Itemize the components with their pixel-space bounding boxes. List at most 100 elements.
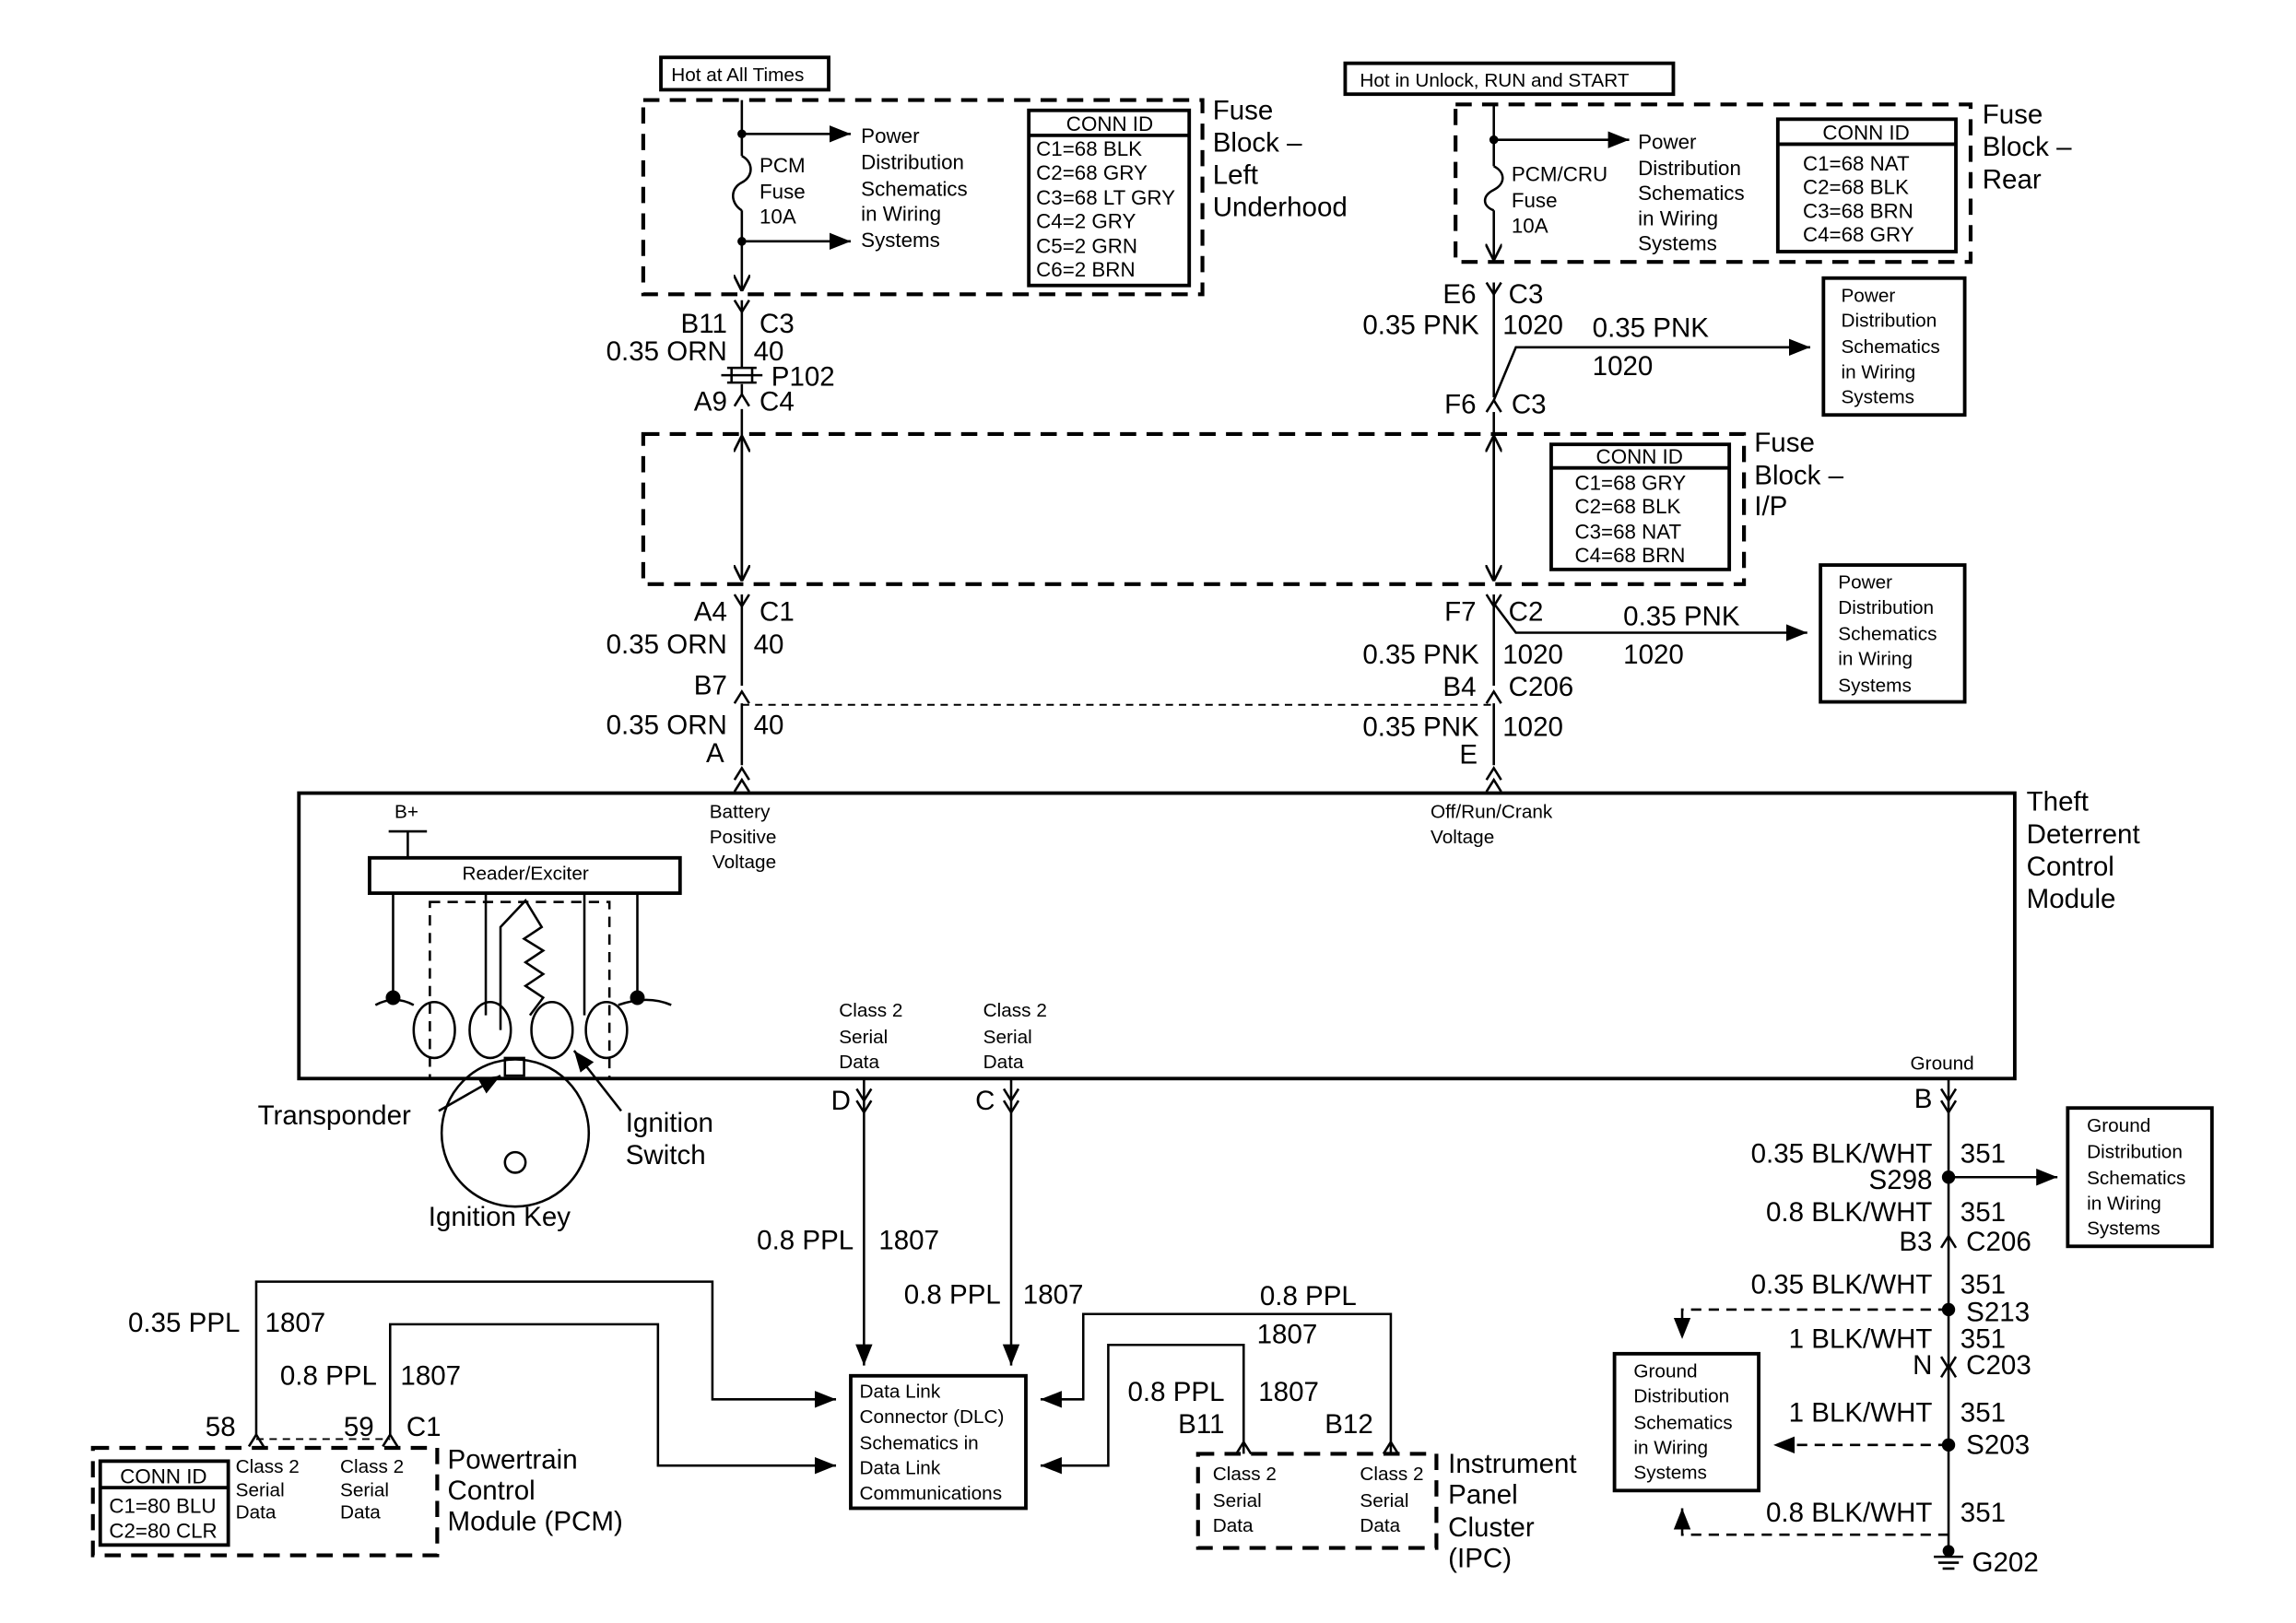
terminal-label: Class 2 [1360,1464,1423,1485]
connector-label: C203 [1966,1350,2031,1381]
circuit-number: 1807 [878,1225,939,1255]
wire-label: 1 BLK/WHT [1789,1397,1933,1428]
circuit-number: 1020 [1593,351,1654,382]
circuit-number: 351 [1960,1197,2006,1228]
wire-label: 0.8 PPL [1127,1377,1224,1407]
power-dist-ref: Power [1638,130,1697,153]
terminal-label: Battery [710,802,771,823]
pin-label: B11 [1178,1409,1224,1440]
wire-label: 0.35 PNK [1623,602,1740,632]
b-plus-label: B+ [394,802,418,823]
terminal-label: Data [1213,1515,1254,1536]
terminal-label: Serial [983,1027,1032,1048]
wire-label: 0.8 BLK/WHT [1766,1498,1932,1528]
module-title: Powertrain [448,1444,578,1475]
fuse-label: PCM [759,154,806,177]
fuse-block-title: Left [1213,160,1258,191]
ref-text: in Wiring [1633,1437,1708,1458]
circuit-number: 40 [754,711,784,741]
connector-label: C4 [759,386,795,417]
fuse-block-title: Block – [1983,132,2072,162]
module-title: Instrument [1448,1449,1576,1479]
ref-text: Systems [2087,1218,2161,1240]
wire-label: 0.8 PPL [1260,1281,1357,1311]
ignition-key-label: Ignition Key [429,1202,571,1232]
terminal-label: Voltage [712,852,776,873]
splice-label: S298 [1869,1165,1933,1195]
connector-label: C2 [1509,597,1544,628]
power-dist-ref: in Wiring [861,202,941,225]
fuse-block-title: I/P [1754,491,1787,522]
conn-id-row: C1=68 GRY [1575,472,1687,495]
pin-label: 59 [344,1412,374,1442]
fuse-block-title: Rear [1983,164,2042,194]
terminal-label: Data [236,1502,277,1523]
power-dist-ref: Schematics [1638,182,1744,205]
fuse-label: 10A [759,206,796,229]
conn-id-row: C1=68 BLK [1036,137,1142,160]
module-title: Module (PCM) [448,1506,623,1536]
module-title: Control [448,1476,536,1506]
ref-text: Schematics [1841,336,1939,358]
ref-text: Systems [1838,675,1912,696]
terminal-label: Class 2 [1213,1464,1277,1485]
power-dist-ref: Distribution [1638,157,1741,180]
theft-deterrent-wiring-diagram: Hot at All Times Hot in Unlock, RUN and … [0,0,2296,1623]
pin-label: F7 [1444,597,1476,628]
conn-id-header: CONN ID [1822,122,1909,145]
terminal-label: Data [983,1052,1024,1073]
circuit-number: 351 [1960,1269,2006,1300]
circuit-number: 351 [1960,1138,2006,1169]
conn-id-row: C4=68 BRN [1575,544,1686,567]
pin-label: E [1459,740,1478,770]
power-dist-ref: in Wiring [1638,206,1718,229]
terminal-label: Ground [1911,1053,1974,1075]
terminal-label: Off/Run/Crank [1431,802,1553,823]
connector-label: C206 [1966,1227,2031,1257]
terminal-label: Class 2 [340,1456,404,1477]
conn-id-row: C6=2 BRN [1036,258,1135,281]
circuit-number: 1807 [1258,1377,1319,1407]
module-title: Control [2027,852,2114,882]
pin-label: N [1913,1350,1932,1381]
module-title: (IPC) [1448,1543,1512,1573]
wire-label: 0.35 PNK [1362,640,1479,670]
connector-label: C1 [406,1412,442,1442]
transponder-label: Transponder [258,1100,411,1131]
module-title: Deterrent [2027,819,2140,850]
terminal-label: Serial [839,1027,888,1048]
pin-label: A4 [694,597,727,628]
module-title: Cluster [1448,1512,1535,1543]
fuse-block-title: Fuse [1213,95,1274,125]
terminal-label: Serial [1213,1490,1262,1511]
circuit-number: 1807 [265,1308,326,1338]
conn-id-row: C2=68 BLK [1803,176,1909,199]
ref-text: Power [1841,285,1895,306]
pin-label: 58 [206,1412,236,1442]
wire-label: 0.35 PPL [128,1308,240,1338]
conn-id-header: CONN ID [1596,445,1683,468]
terminal-label: Class 2 [983,1000,1047,1021]
conn-id-row: C3=68 NAT [1575,520,1682,543]
terminal-label: Positive [710,827,777,848]
terminal-label: Voltage [1431,827,1494,848]
conn-id-row: C3=68 BRN [1803,199,1913,222]
fuse-label: Fuse [759,181,806,204]
power-dist-ref: Systems [1638,231,1717,254]
circuit-number: 1807 [400,1360,461,1391]
wire-label: 0.35 PNK [1593,313,1710,344]
ref-text: Systems [1633,1463,1707,1484]
terminal-label: Class 2 [236,1456,300,1477]
supply-label: Hot at All Times [671,65,804,86]
circuit-number: 1020 [1623,640,1684,670]
fuse-label: Fuse [1512,189,1558,212]
connector-label: C3 [1512,390,1547,420]
conn-id-row: C2=68 BLK [1575,495,1681,518]
module-title: Theft [2027,787,2089,817]
pin-label: B4 [1442,672,1476,702]
connector-label: C3 [759,309,795,339]
connector-label: C1 [759,597,795,628]
connector-label: C206 [1509,672,1574,702]
wire-label: 0.8 PPL [757,1225,854,1255]
wire-label: 0.35 ORN [606,336,727,367]
